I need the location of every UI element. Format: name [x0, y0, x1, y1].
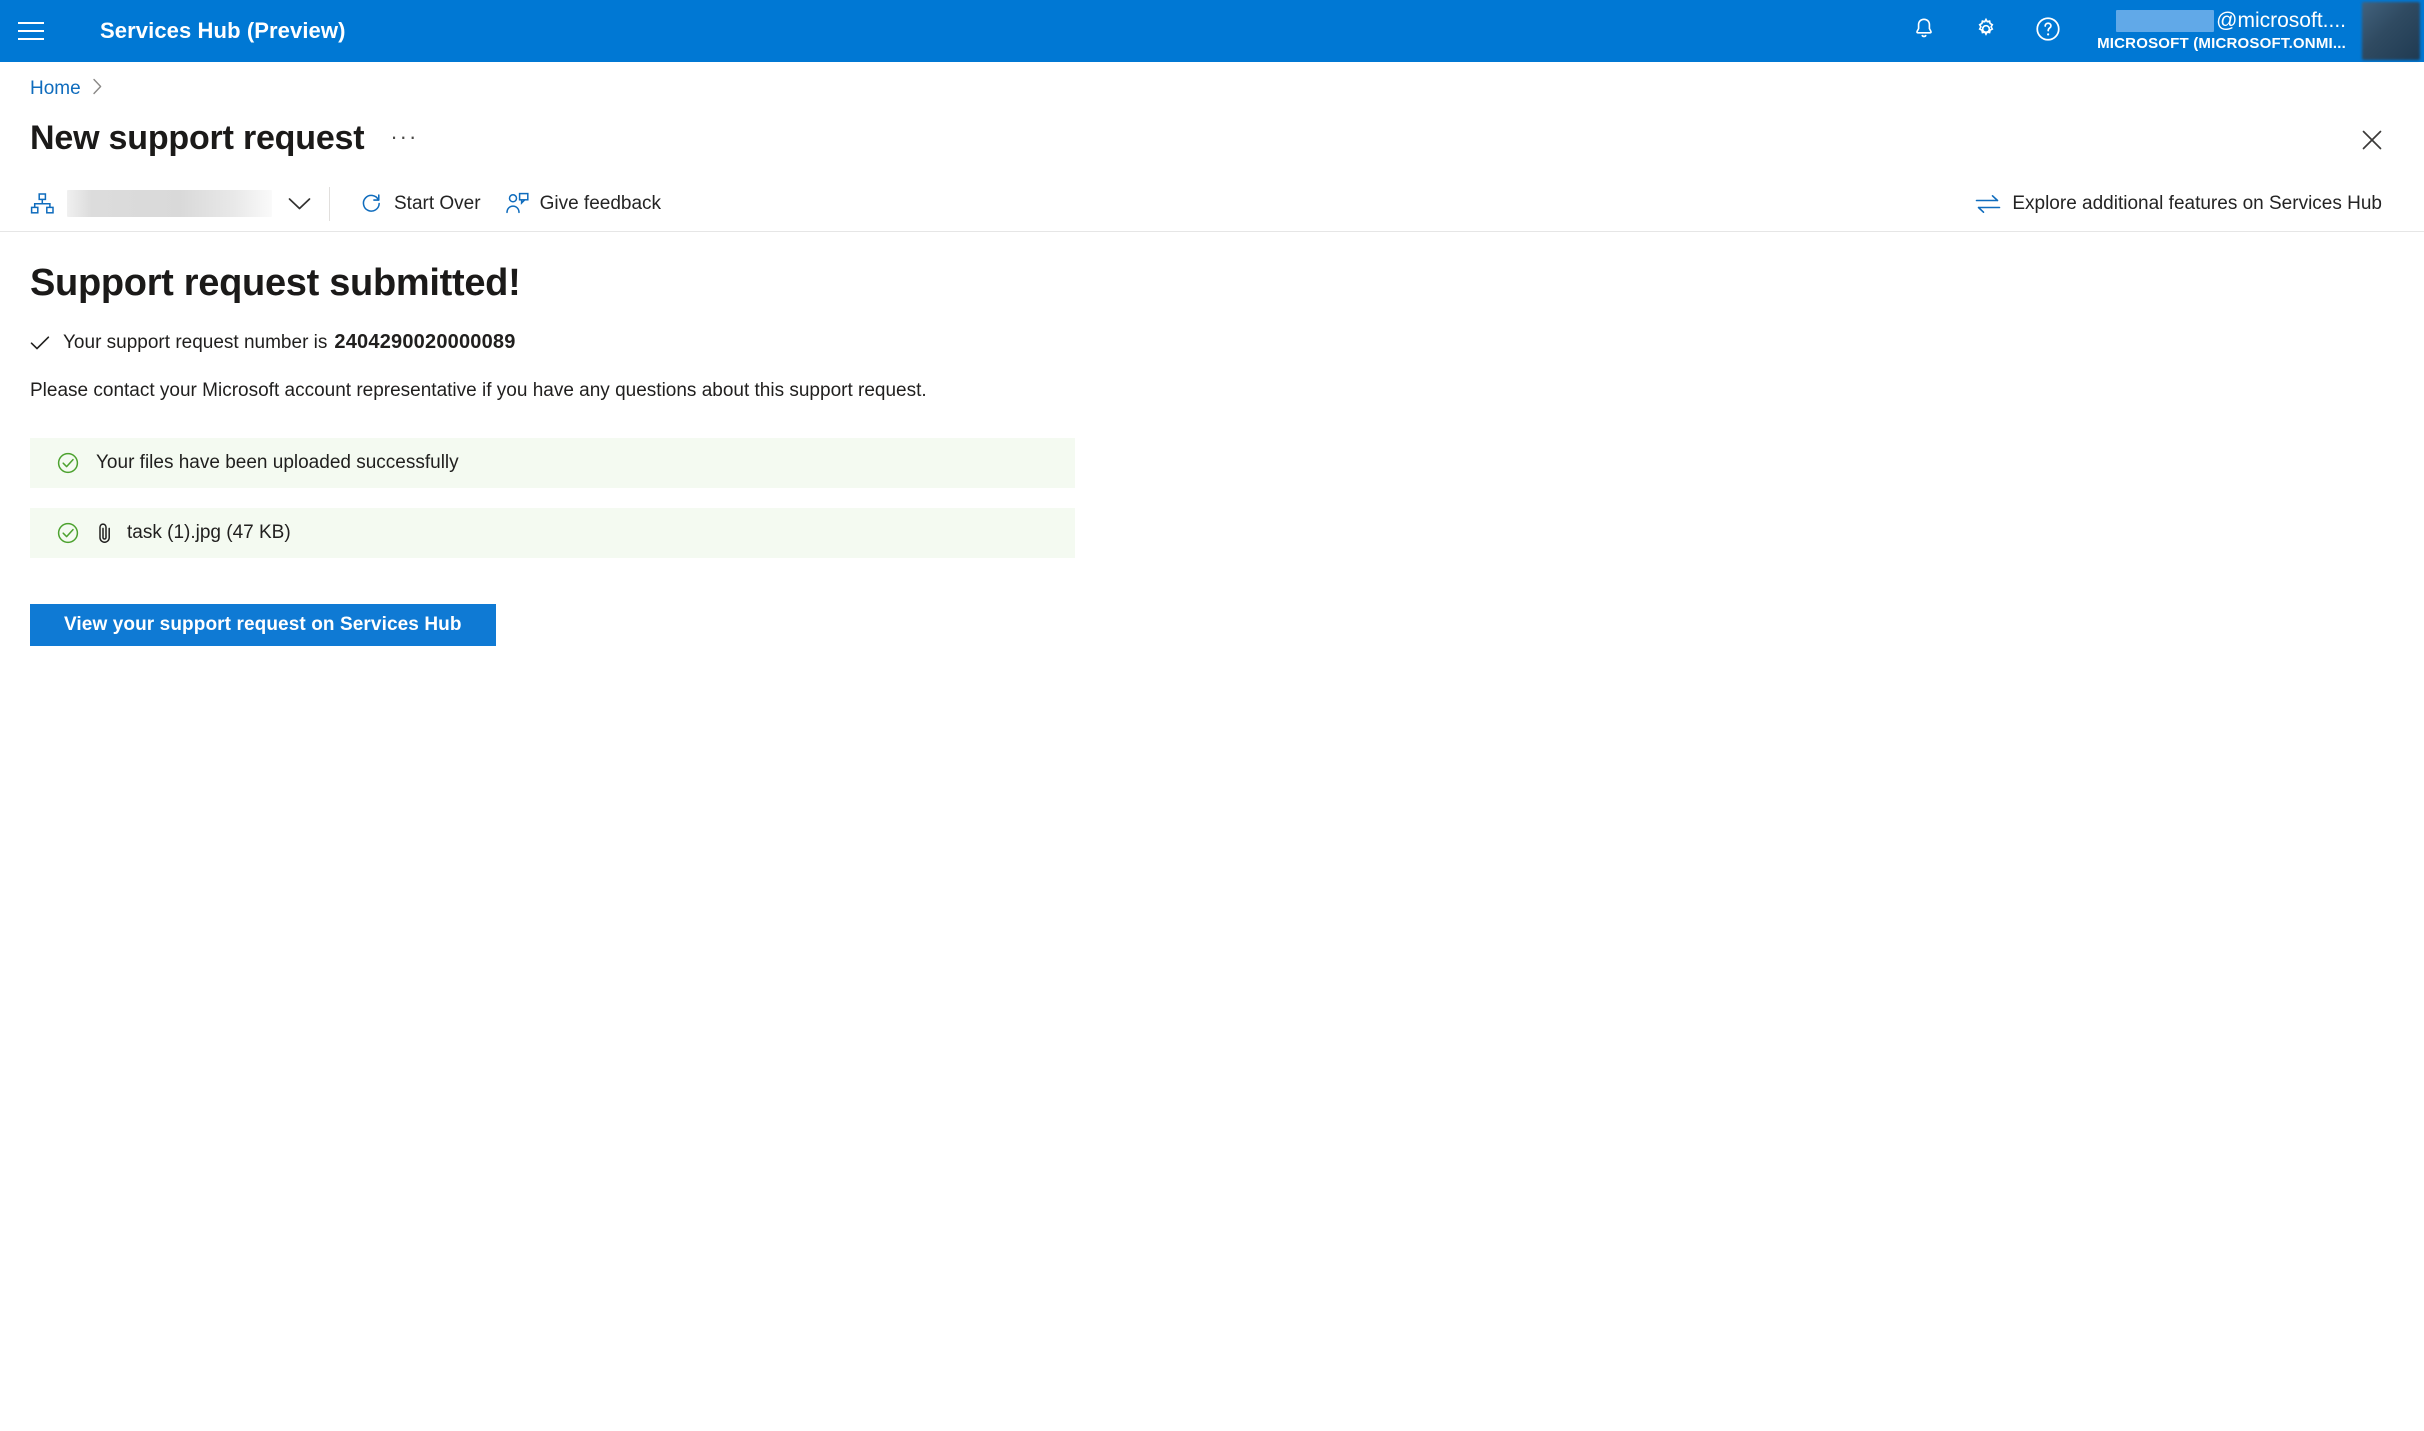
header-actions: @microsoft.... MICROSOFT (MICROSOFT.ONMI… — [1893, 0, 2424, 62]
gear-icon — [1973, 16, 1999, 47]
chevron-down-icon — [288, 197, 311, 211]
settings-button[interactable] — [1955, 0, 2017, 62]
command-bar-right: Explore additional features on Services … — [1963, 181, 2394, 227]
swap-arrows-icon — [1975, 194, 2001, 214]
give-feedback-label: Give feedback — [539, 192, 662, 214]
uploaded-file-name: task (1).jpg (47 KB) — [127, 522, 291, 543]
close-button[interactable] — [2350, 120, 2394, 164]
page-header: Home New support request ··· — [0, 62, 2424, 166]
organization-picker[interactable] — [30, 181, 315, 227]
app-header: Services Hub (Preview) @microsoft.... MI… — [0, 0, 2424, 62]
redacted-username — [2116, 10, 2215, 33]
close-icon — [2361, 129, 2383, 156]
command-bar: Start Over Give feedback Explore additio… — [0, 176, 2424, 232]
support-request-number-value: 2404290020000089 — [334, 331, 516, 353]
command-bar-divider — [329, 186, 330, 221]
check-circle-icon — [56, 451, 80, 475]
breadcrumb-item-home[interactable]: Home — [30, 78, 81, 100]
start-over-button[interactable]: Start Over — [348, 181, 493, 227]
page-overflow-menu-button[interactable]: ··· — [390, 124, 418, 150]
redacted-organization-value — [67, 190, 272, 217]
help-icon — [2034, 15, 2062, 48]
hamburger-menu-button[interactable] — [0, 0, 62, 62]
uploaded-file-row: task (1).jpg (47 KB) — [30, 508, 1075, 558]
refresh-icon — [360, 192, 383, 215]
user-account-button[interactable]: @microsoft.... MICROSOFT (MICROSOFT.ONMI… — [2079, 0, 2356, 62]
give-feedback-button[interactable]: Give feedback — [493, 181, 673, 227]
check-circle-icon — [56, 521, 80, 545]
upload-success-text: Your files have been uploaded successful… — [96, 452, 459, 473]
explore-features-button[interactable]: Explore additional features on Services … — [1963, 181, 2394, 227]
checkmark-icon — [30, 335, 50, 351]
help-button[interactable] — [2017, 0, 2079, 62]
person-feedback-icon — [505, 192, 529, 215]
breadcrumb-separator-icon — [92, 78, 103, 100]
support-request-number-row: Your support request number is 240429002… — [30, 331, 2394, 354]
notifications-button[interactable] — [1893, 0, 1955, 62]
user-organization: MICROSOFT (MICROSOFT.ONMI... — [2097, 35, 2346, 53]
main-content: Support request submitted! Your support … — [0, 232, 2424, 646]
org-hierarchy-icon — [30, 192, 55, 216]
app-brand-title[interactable]: Services Hub (Preview) — [100, 18, 346, 44]
submitted-heading: Support request submitted! — [30, 262, 521, 304]
user-email: @microsoft.... — [2116, 9, 2346, 33]
contact-paragraph: Please contact your Microsoft account re… — [30, 380, 927, 401]
hamburger-icon — [18, 21, 44, 41]
upload-success-message: Your files have been uploaded successful… — [30, 438, 1075, 488]
explore-features-label: Explore additional features on Services … — [2012, 192, 2382, 214]
breadcrumb: Home — [30, 62, 2394, 104]
support-request-number-label: Your support request number is — [63, 331, 328, 353]
page-title: New support request — [30, 118, 365, 157]
bell-icon — [1911, 16, 1937, 47]
start-over-label: Start Over — [394, 192, 481, 214]
title-row: New support request ··· — [30, 110, 2394, 166]
avatar[interactable] — [2362, 2, 2420, 60]
view-support-request-button[interactable]: View your support request on Services Hu… — [30, 604, 496, 646]
paperclip-icon — [96, 521, 114, 545]
